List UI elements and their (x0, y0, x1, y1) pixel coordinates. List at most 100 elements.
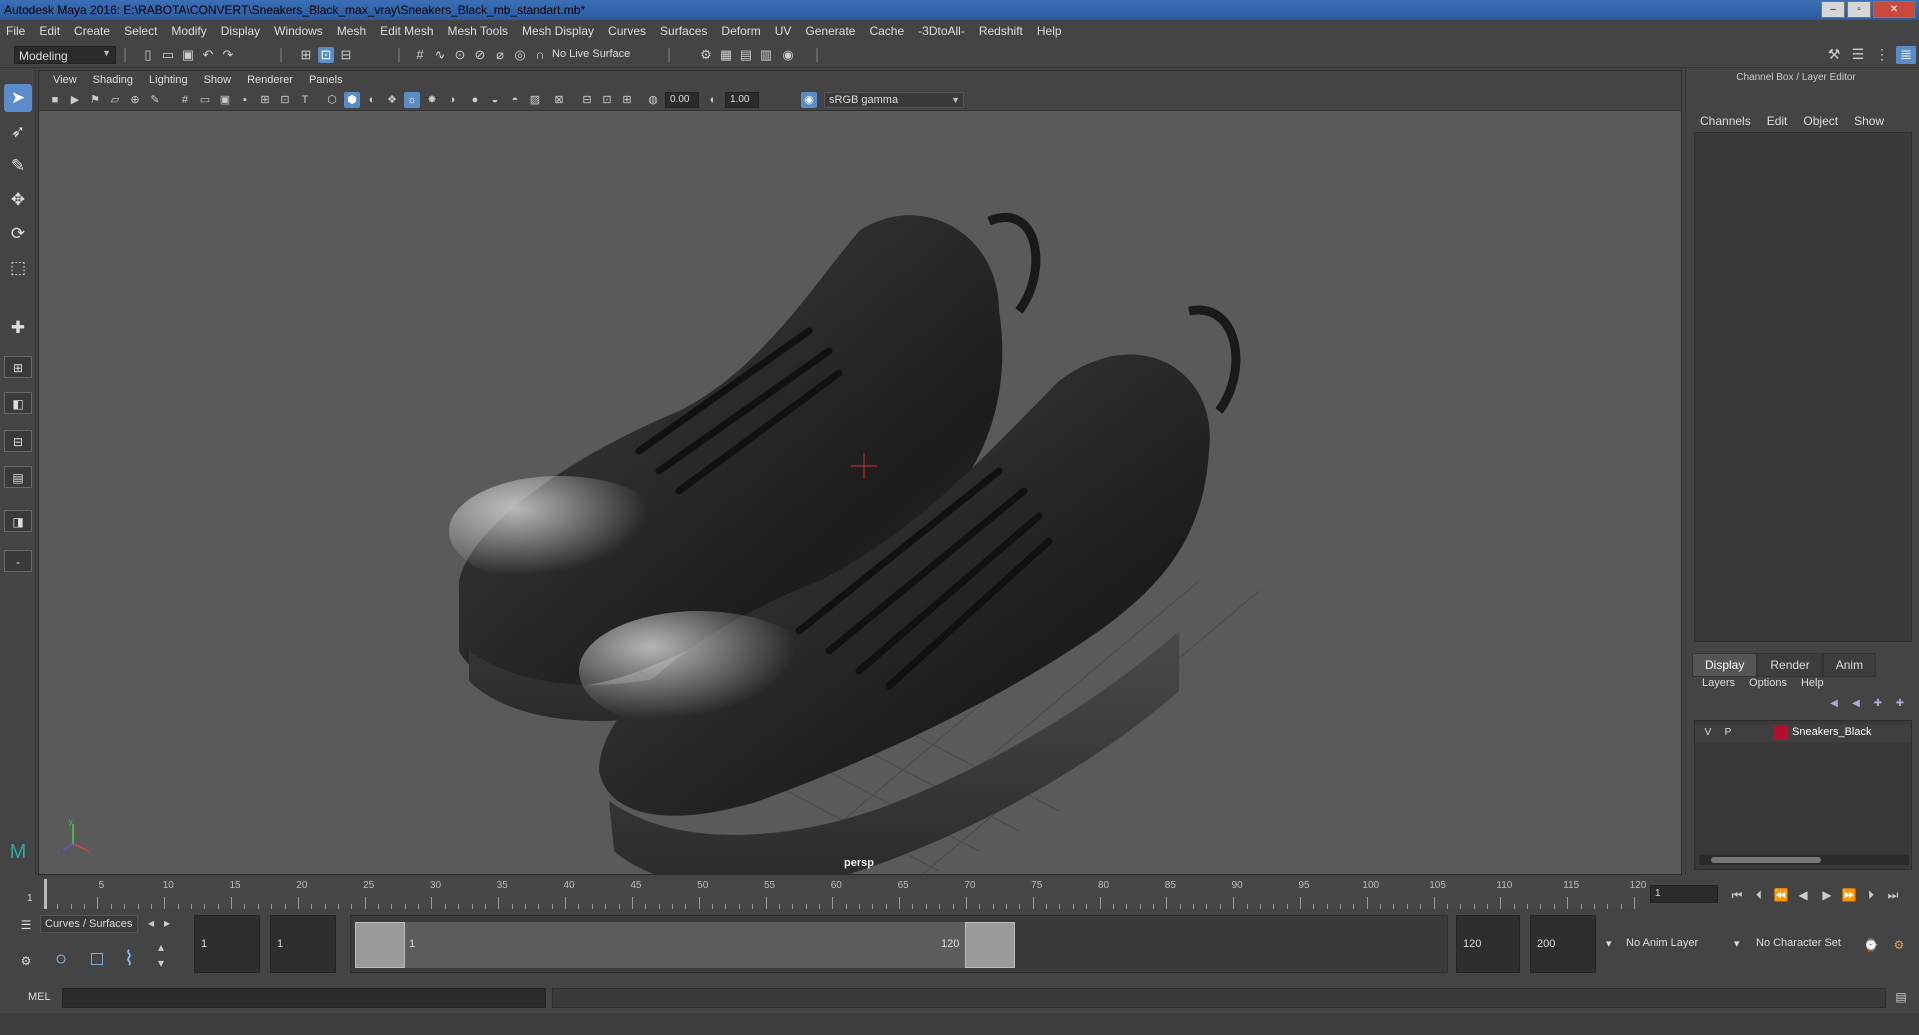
snap-grid-icon[interactable]: # (412, 47, 428, 63)
shelf-settings-icon[interactable]: ⚙ (16, 951, 36, 971)
snap-point-icon[interactable]: ⊙ (452, 47, 468, 63)
shelf-tab-curves-surfaces[interactable]: Curves / Surfaces (40, 915, 138, 933)
layer-display-type[interactable] (1743, 725, 1761, 741)
ambient-occlusion-icon[interactable]: ◑ (444, 92, 460, 108)
viewport-menu-view[interactable]: View (53, 74, 77, 86)
character-set-dropdown[interactable]: No Character Set (1756, 915, 1860, 973)
nurbs-circle-icon[interactable]: ○ (48, 946, 74, 972)
image-plane-icon[interactable]: ▱ (107, 92, 123, 108)
tab-anim[interactable]: Anim (1822, 653, 1877, 677)
rotate-tool-icon[interactable]: ⟳ (4, 220, 32, 248)
menu-set-dropdown[interactable]: Modeling ▼ (14, 46, 116, 64)
menu-surfaces[interactable]: Surfaces (660, 24, 707, 38)
bookmark-icon[interactable]: ⚑ (87, 92, 103, 108)
single-perspective-view-icon[interactable]: ✚ (4, 314, 32, 342)
depth-of-field-icon[interactable]: ◓ (507, 92, 523, 108)
scale-tool-icon[interactable]: ⬚ (4, 254, 32, 282)
minimize-button[interactable]: – (1821, 1, 1845, 18)
layers-menu[interactable]: Layers (1702, 677, 1735, 689)
edit-menu[interactable]: Edit (1767, 114, 1788, 128)
shelf-menu-icon[interactable]: ☰ (16, 915, 36, 935)
redo-icon[interactable]: ↷ (220, 47, 236, 63)
menu-uv[interactable]: UV (775, 24, 792, 38)
menu-mesh-tools[interactable]: Mesh Tools (448, 24, 508, 38)
anim-layer-dropdown[interactable]: No Anim Layer (1626, 915, 1734, 973)
new-layer-selected-icon[interactable]: ✚ (1892, 698, 1908, 712)
layer-visibility-toggle[interactable]: V (1699, 725, 1717, 741)
shelf-scroll-up-icon[interactable]: ▴ (152, 939, 170, 955)
viewport-menu-panels[interactable]: Panels (309, 74, 343, 86)
menu-cache[interactable]: Cache (869, 24, 904, 38)
menu-help[interactable]: Help (1037, 24, 1062, 38)
xray-components-icon[interactable]: ⊡ (599, 92, 615, 108)
chevron-down-icon[interactable]: ▾ (1606, 915, 1620, 973)
layer-scrollbar[interactable] (1699, 855, 1909, 865)
use-all-lights-icon[interactable]: ☼ (404, 92, 420, 108)
tab-display[interactable]: Display (1692, 653, 1758, 677)
attribute-editor-icon[interactable]: ☰ (1848, 46, 1868, 64)
gamma-field[interactable]: 1.00 (725, 92, 759, 108)
field-chart-icon[interactable]: ⊞ (257, 92, 273, 108)
menu-mesh[interactable]: Mesh (337, 24, 366, 38)
render-view-icon[interactable]: ▥ (758, 47, 774, 63)
layer-color-swatch[interactable] (1773, 726, 1788, 740)
move-tool-icon[interactable]: ✥ (4, 186, 32, 214)
hypershade-icon[interactable]: ◉ (780, 47, 796, 63)
play-forwards-icon[interactable]: ▶ (1818, 887, 1836, 903)
textured-icon[interactable]: ❖ (384, 92, 400, 108)
menu-display[interactable]: Display (221, 24, 260, 38)
menu-modify[interactable]: Modify (171, 24, 206, 38)
viewport-menu-show[interactable]: Show (204, 74, 232, 86)
ipr-render-icon[interactable]: ▤ (738, 47, 754, 63)
viewport-panel[interactable]: View Shading Lighting Show Renderer Pane… (38, 70, 1682, 875)
channel-list[interactable] (1694, 132, 1912, 642)
menu-select[interactable]: Select (124, 24, 157, 38)
save-scene-icon[interactable]: ▣ (180, 47, 196, 63)
snap-view-plane-icon[interactable]: ⊘ (472, 47, 488, 63)
menu-mesh-display[interactable]: Mesh Display (522, 24, 594, 38)
make-live-icon[interactable]: ◎ (512, 47, 528, 63)
snap-curve-icon[interactable]: ∿ (432, 47, 448, 63)
paint-select-icon[interactable]: ✎ (4, 152, 32, 180)
show-menu[interactable]: Show (1854, 114, 1884, 128)
magnet-icon[interactable]: ∩ (532, 47, 548, 63)
two-d-pan-zoom-icon[interactable]: ⊕ (127, 92, 143, 108)
gate-mask-icon[interactable]: ▪ (237, 92, 253, 108)
range-end-handle[interactable] (965, 922, 1015, 968)
maximize-button[interactable]: ▫ (1847, 1, 1871, 18)
options-menu[interactable]: Options (1749, 677, 1787, 689)
menu-deform[interactable]: Deform (721, 24, 760, 38)
play-backwards-icon[interactable]: ◀ (1794, 887, 1812, 903)
range-start-handle[interactable] (355, 922, 405, 968)
motion-blur-icon[interactable]: ● (467, 92, 483, 108)
exposure-field[interactable]: 0.00 (665, 92, 699, 108)
time-slider[interactable]: 5 10 15 20 25 30 35 40 45 50 55 60 65 70 75 80 85 90 95 100… (0, 877, 1919, 911)
select-object-icon[interactable]: ⊡ (318, 47, 334, 63)
animation-end-field[interactable]: 200 (1530, 915, 1596, 973)
isolate-select-icon[interactable]: ▨ (527, 92, 543, 108)
modeling-toolkit-icon[interactable]: ⚒ (1824, 46, 1844, 64)
menu-create[interactable]: Create (74, 24, 110, 38)
render-settings-icon[interactable]: ⚙ (698, 47, 714, 63)
undo-icon[interactable]: ↶ (200, 47, 216, 63)
close-button[interactable]: ✕ (1873, 1, 1915, 18)
step-back-frame-icon[interactable]: ⏴ (1750, 887, 1768, 903)
tab-render[interactable]: Render (1757, 653, 1823, 677)
frame-all-icon[interactable]: ⊞ (619, 92, 635, 108)
select-hierarchy-icon[interactable]: ⊞ (298, 47, 314, 63)
safe-title-icon[interactable]: T (297, 92, 313, 108)
xray-icon[interactable]: ⊠ (551, 92, 567, 108)
grease-pencil-icon[interactable]: ✎ (147, 92, 163, 108)
viewport-scene[interactable] (39, 111, 1682, 875)
viewport-menu-renderer[interactable]: Renderer (247, 74, 293, 86)
animation-start-field[interactable]: 1 (194, 915, 260, 973)
resolution-gate-icon[interactable]: ▣ (217, 92, 233, 108)
go-to-end-icon[interactable]: ⏭ (1884, 887, 1902, 903)
persp-graph-layout-icon[interactable]: ⊟ (4, 430, 32, 452)
channel-box-icon[interactable]: ≣ (1896, 46, 1916, 64)
menu-edit[interactable]: Edit (39, 24, 60, 38)
open-scene-icon[interactable]: ▭ (160, 47, 176, 63)
persp-outliner-layout-icon[interactable]: ◧ (4, 392, 32, 414)
auto-key-icon[interactable]: ⌚ (1862, 937, 1880, 953)
current-time-indicator[interactable] (44, 879, 47, 909)
